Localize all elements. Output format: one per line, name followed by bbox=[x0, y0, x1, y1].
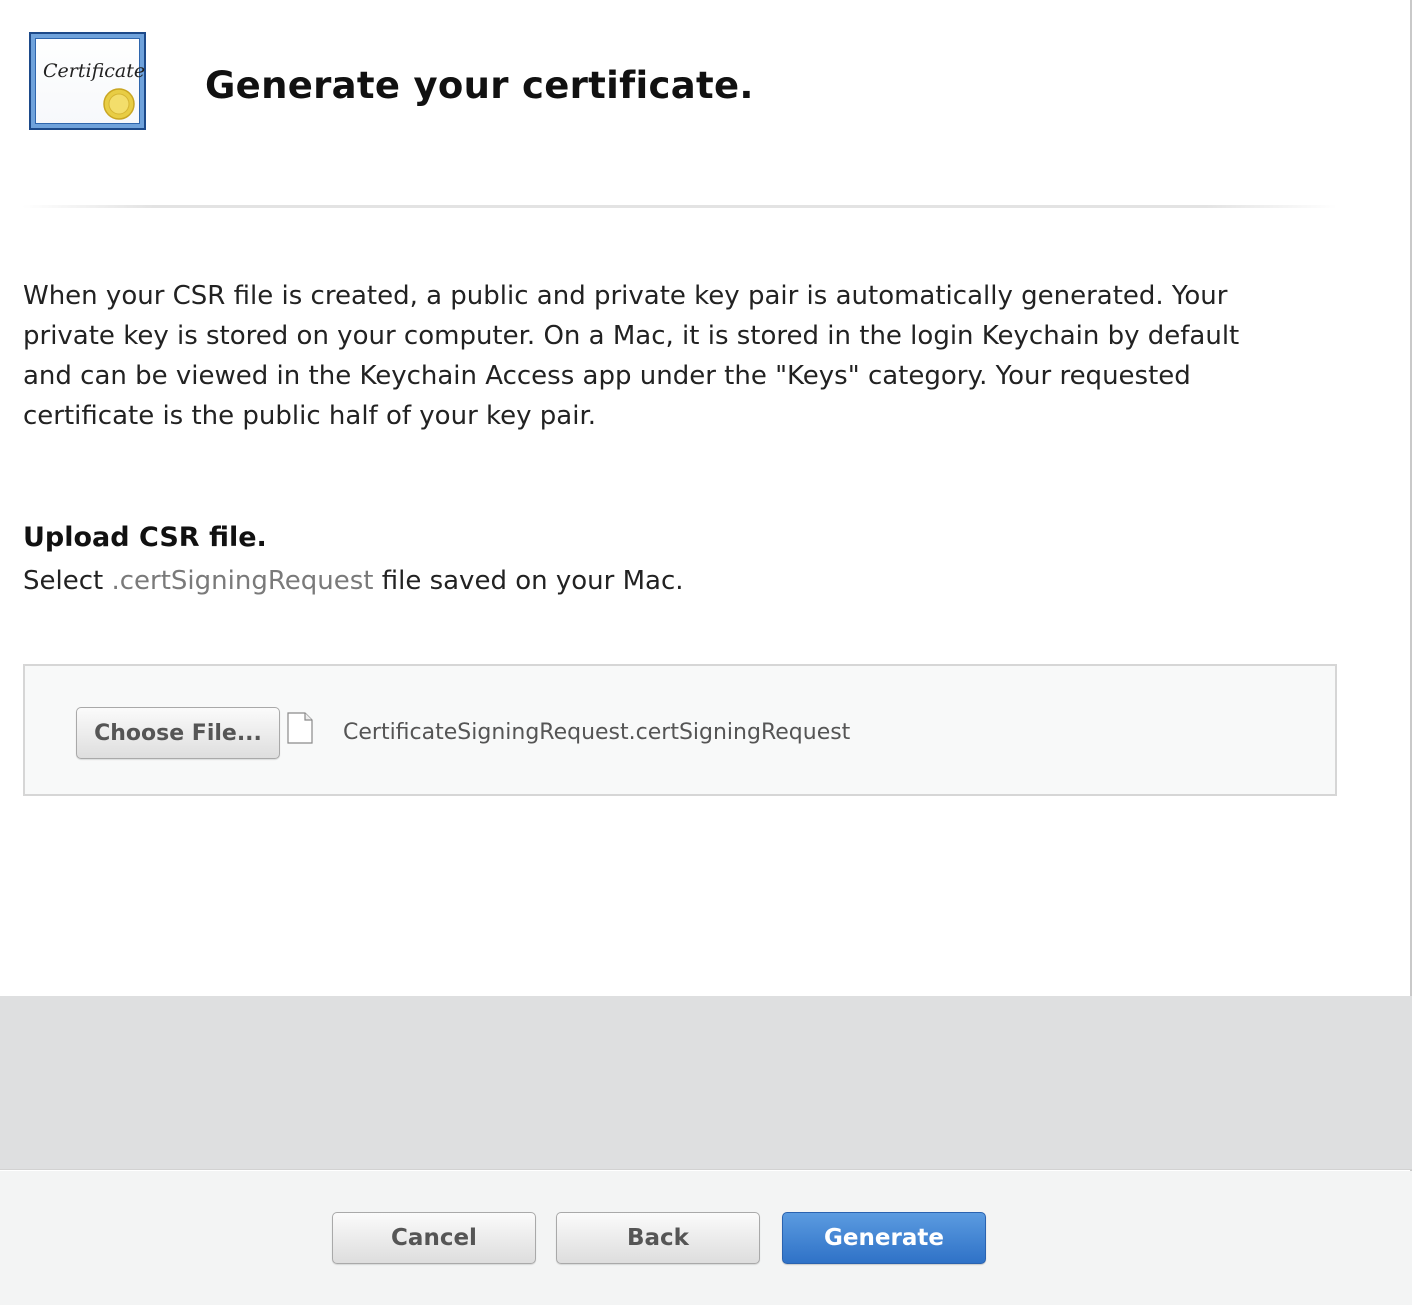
gray-spacer-band bbox=[0, 996, 1412, 1170]
upload-instruction: Select .certSigningRequest file saved on… bbox=[23, 566, 684, 596]
certificate-assistant-panel: Certificate Generate your certificate. W… bbox=[0, 0, 1412, 1305]
seal-icon bbox=[103, 88, 135, 120]
file-extension-text: .certSigningRequest bbox=[111, 566, 374, 596]
upload-instruction-suffix: file saved on your Mac. bbox=[373, 566, 684, 596]
upload-instruction-prefix: Select bbox=[23, 566, 112, 596]
csr-description: When your CSR file is created, a public … bbox=[23, 281, 1240, 431]
document-icon bbox=[287, 712, 313, 744]
choose-file-button[interactable]: Choose File... bbox=[76, 707, 280, 759]
page-title: Generate your certificate. bbox=[205, 64, 754, 107]
back-button[interactable]: Back bbox=[556, 1212, 760, 1264]
upload-heading: Upload CSR file. bbox=[23, 522, 267, 553]
certificate-icon: Certificate bbox=[29, 32, 146, 130]
certificate-icon-text: Certificate bbox=[43, 60, 145, 82]
cancel-button[interactable]: Cancel bbox=[332, 1212, 536, 1264]
generate-button[interactable]: Generate bbox=[782, 1212, 986, 1264]
file-upload-box: Choose File... CertificateSigningRequest… bbox=[23, 664, 1337, 796]
header-divider bbox=[22, 205, 1337, 208]
footer-bar: Cancel Back Generate bbox=[0, 1171, 1412, 1305]
selected-file-name: CertificateSigningRequest.certSigningReq… bbox=[343, 720, 851, 745]
